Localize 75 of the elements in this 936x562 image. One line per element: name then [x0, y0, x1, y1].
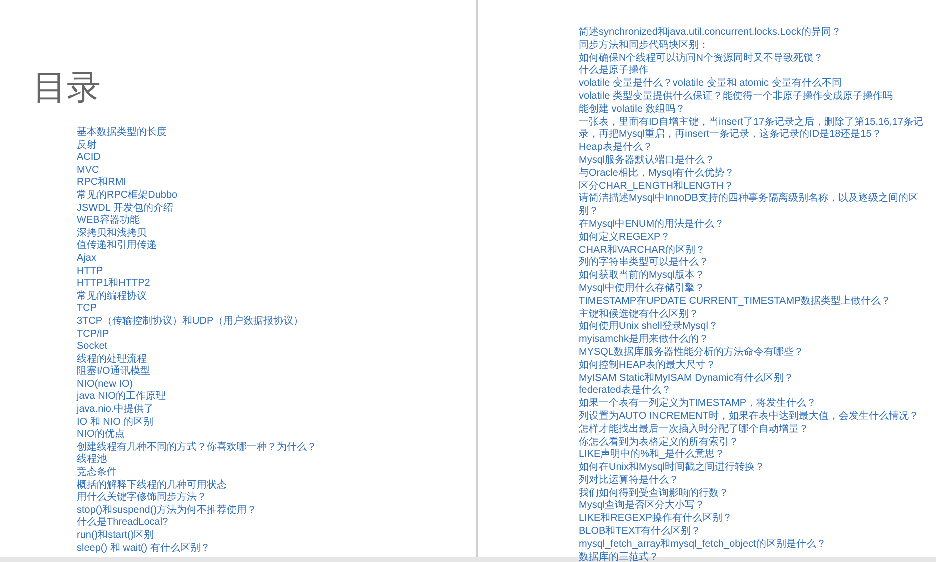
toc-link[interactable]: 概括的解释下线程的几种可用状态 [77, 480, 227, 492]
toc-link[interactable]: 同步方法和同步代码块区别： [579, 40, 709, 53]
toc-link[interactable]: 线程的处理流程 [77, 354, 147, 366]
toc-link[interactable]: 我们如何得到受查询影响的行数？ [579, 488, 729, 500]
toc-link[interactable]: 在Mysql中ENUM的用法是什么？ [579, 218, 725, 232]
toc-link[interactable]: RPC和RMI [77, 177, 126, 190]
toc-link[interactable]: java NIO的工作原理 [77, 391, 166, 404]
toc-link[interactable]: 列的字符串类型可以是什么？ [579, 257, 709, 270]
toc-link[interactable]: Ajax [77, 252, 96, 266]
toc-link[interactable]: myisamchk是用来做什么的？ [579, 334, 710, 347]
toc-link[interactable]: 什么是原子操作 [579, 65, 649, 78]
toc-link[interactable]: sleep() 和 wait() 有什么区别？ [77, 542, 210, 556]
toc-link[interactable]: 列对比运算符是什么？ [579, 474, 679, 488]
toc-link[interactable]: 数据库的三范式？ [579, 552, 659, 562]
toc-link[interactable]: 列设置为AUTO INCREMENT时，如果在表中达到最大值，会发生什么情况？ [579, 410, 919, 424]
toc-link[interactable]: BLOB和TEXT有什么区别？ [579, 526, 702, 539]
toc-link[interactable]: 简述synchronized和java.util.concurrent.locks.Lock的异同？ [579, 27, 842, 40]
toc-link[interactable]: NIO(new IO) [77, 378, 134, 392]
toc-link[interactable]: 深拷贝和浅拷贝 [77, 228, 147, 240]
toc-link[interactable]: 值传递和引用传递 [77, 240, 157, 253]
toc-link[interactable]: 与Oracle相比，Mysql有什么优势？ [579, 168, 735, 181]
toc-link[interactable]: 请简洁描述Mysql中InnoDB支持的四种事务隔离级别名称，以及逐级之间的区别？ [579, 193, 929, 219]
toc-link[interactable]: 如何使用Unix shell登录Mysql？ [579, 321, 718, 334]
toc-link[interactable]: mysql_fetch_array和mysql_fetch_object的区别是什么？ [579, 538, 826, 552]
toc-link[interactable]: run()和start()区别 [77, 530, 154, 543]
toc-link[interactable]: CHAR和VARCHAR的区别？ [579, 244, 706, 258]
toc-link[interactable]: federated表是什么？ [579, 385, 672, 398]
toc-link[interactable]: 3TCP（传输控制协议）和UDP（用户数据报协议） [77, 316, 304, 328]
toc-link[interactable]: stop()和suspend()方法为何不推荐使用？ [77, 504, 258, 518]
toc-link[interactable]: 如何定义REGEXP？ [579, 232, 671, 245]
toc-link[interactable]: 反射 [77, 140, 97, 152]
toc-link[interactable]: LIKE声明中的%和_是什么意思？ [579, 449, 726, 462]
toc-link[interactable]: Mysql服务器默认端口是什么？ [579, 154, 716, 168]
toc-link[interactable]: HTTP1和HTTP2 [77, 278, 150, 291]
toc-link[interactable]: WEB容器功能 [77, 215, 140, 228]
toc-link[interactable]: volatile 类型变量提供什么保证？能使得一个非原子操作变成原子操作吗 [579, 90, 893, 104]
page-title: 目录 [33, 68, 101, 108]
toc-link[interactable]: 常见的编程协议 [77, 290, 147, 304]
toc-link[interactable]: LIKE和REGEXP操作有什么区别？ [579, 513, 732, 526]
toc-link[interactable]: 能创建 volatile 数组吗？ [579, 104, 686, 117]
toc-link[interactable]: 怎样才能找出最后一次插入时分配了哪个自动增量？ [579, 424, 809, 436]
toc-link[interactable]: 如何获取当前的Mysql版本？ [579, 270, 706, 283]
toc-link[interactable]: MyISAM Static和MyISAM Dynamic有什么区别？ [579, 372, 794, 386]
toc-link[interactable]: Heap表是什么？ [579, 142, 653, 155]
toc-link[interactable]: 主键和候选键有什么区别？ [579, 308, 699, 322]
toc-link[interactable]: 常见的RPC框架Dubbo [77, 190, 178, 203]
toc-link[interactable]: JSWDL 开发包的介绍 [77, 202, 174, 216]
toc-link[interactable]: Socket [77, 341, 108, 354]
toc-link[interactable]: 创建线程有几种不同的方式？你喜欢哪一种？为什么？ [77, 442, 317, 454]
toc-link[interactable]: IO 和 NIO 的区别 [77, 416, 154, 430]
toc-link[interactable]: MVC [77, 164, 100, 178]
toc-link[interactable]: 用什么关键字修饰同步方法？ [77, 492, 207, 505]
toc-link[interactable]: java.nio.中提供了 [77, 404, 154, 417]
toc-link[interactable]: 如何确保N个线程可以访问N个资源同时又不导致死锁？ [579, 52, 824, 66]
toc-link[interactable]: HTTP [77, 266, 104, 278]
toc-link[interactable]: NIO的优点 [77, 429, 125, 442]
toc-link[interactable]: volatile 变量是什么？volatile 变量和 atomic 变量有什么不同 [579, 78, 842, 91]
toc-link[interactable]: ACID [77, 152, 101, 165]
toc-link[interactable]: Mysql查询是否区分大小写？ [579, 500, 706, 514]
toc-link[interactable]: 如何控制HEAP表的最大尺寸？ [579, 360, 716, 373]
toc-link[interactable]: 线程池 [77, 454, 107, 468]
toc-link[interactable]: Mysql中使用什么存储引擎？ [579, 282, 706, 296]
toc-link[interactable]: 基本数据类型的长度 [77, 127, 167, 140]
toc-link[interactable]: 区分CHAR_LENGTH和LENGTH？ [579, 180, 734, 194]
toc-link[interactable]: TCP/IP [77, 328, 110, 342]
toc-link[interactable]: TCP [77, 303, 97, 316]
toc-link[interactable]: 如何在Unix和Mysql时间戳之间进行转换？ [579, 462, 766, 475]
toc-link[interactable]: 竞态条件 [77, 467, 117, 480]
toc-link[interactable]: 阻塞I/O通讯模型 [77, 366, 150, 379]
toc-link[interactable]: MYSQL数据库服务器性能分析的方法命令有哪些？ [579, 346, 804, 360]
toc-link[interactable]: 如果一个表有一列定义为TIMESTAMP，将发生什么？ [579, 398, 817, 411]
toc-link[interactable]: 什么是ThreadLocal? [77, 517, 168, 530]
toc-link[interactable]: 一张表，里面有ID自增主键，当insert了17条记录之后，删除了第15,16,17条记录，再把Mysql重启，再insert一条记录，这条记录的ID是18还是15？ [579, 116, 929, 142]
toc-link[interactable]: 你怎么看到为表格定义的所有索引？ [579, 436, 739, 450]
toc-link[interactable]: TIMESTAMP在UPDATE CURRENT_TIMESTAMP数据类型上做什么？ [579, 296, 892, 309]
